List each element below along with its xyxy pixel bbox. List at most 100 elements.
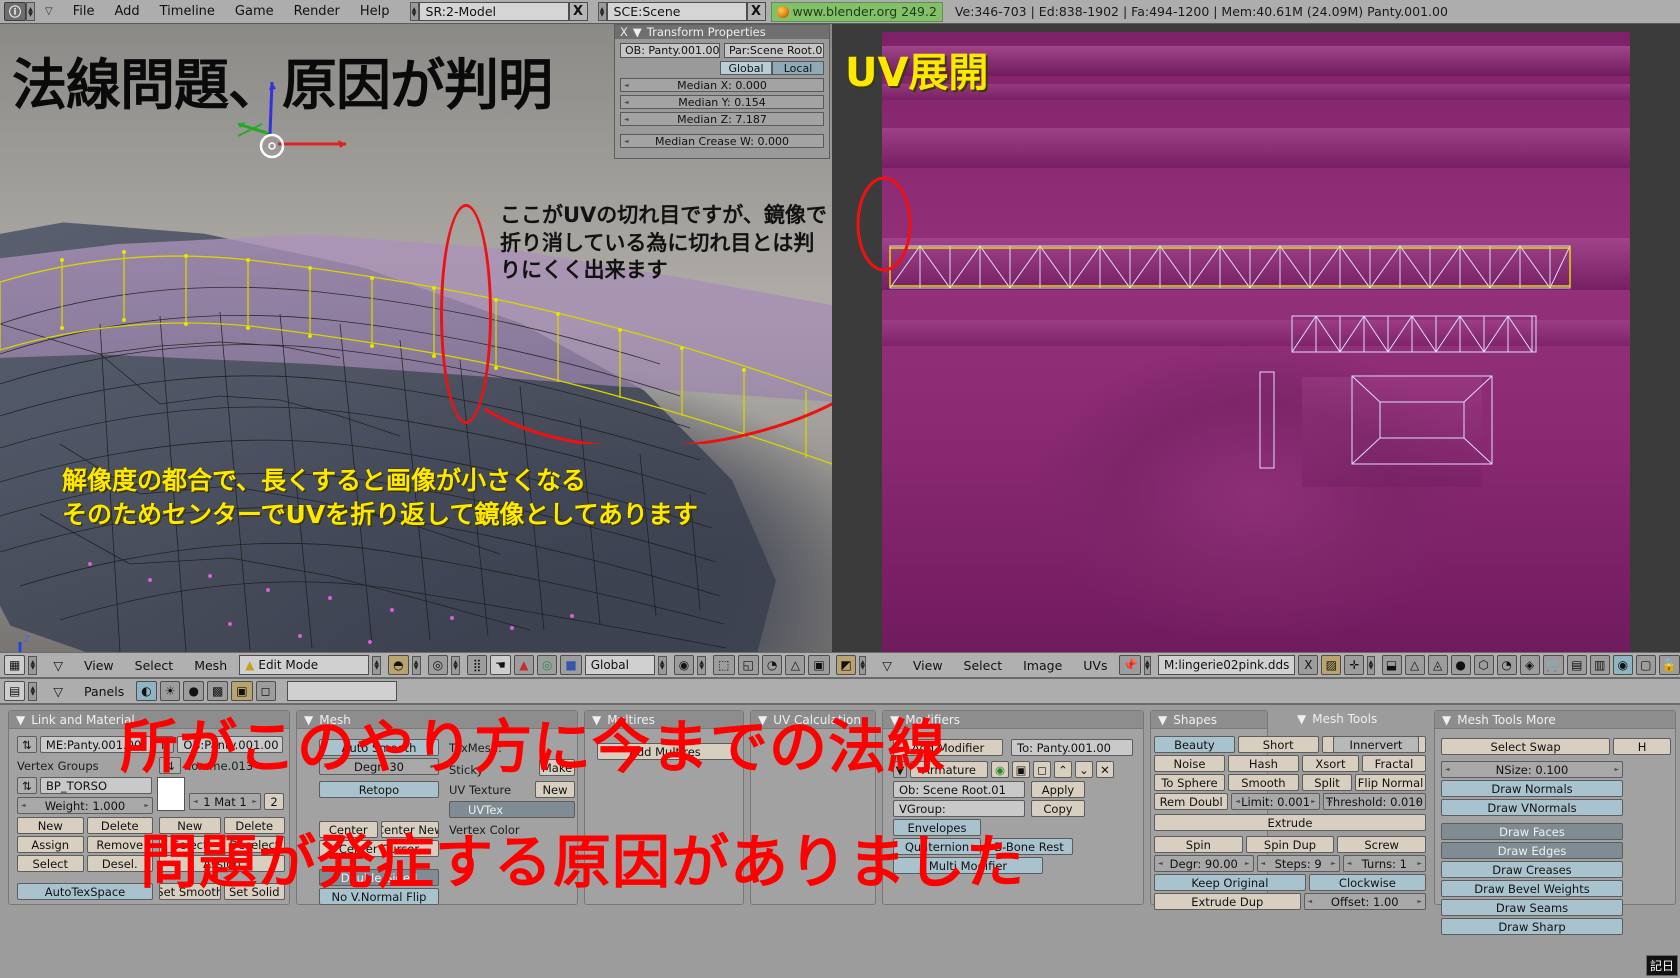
innervert-dropdown[interactable]: Innervert	[1333, 736, 1419, 753]
occlude-icon[interactable]: ⬚	[713, 655, 735, 675]
fractal-button[interactable]: Fractal	[1361, 755, 1427, 772]
draw-vnormals-toggle[interactable]: Draw VNormals	[1441, 799, 1623, 816]
uv-vertex-select-icon[interactable]: △	[1404, 655, 1425, 675]
window-type-spinner[interactable]: ▲ ▼	[26, 2, 35, 21]
uv-editor-type-spinner[interactable]: ▲ ▼	[859, 655, 867, 675]
global-tab[interactable]: Global	[720, 61, 772, 75]
uv-sync-icon[interactable]: ⬓	[1381, 655, 1402, 675]
mesh-tools-panel-title[interactable]: ▼ Mesh Tools	[1290, 710, 1428, 728]
uv-options-icon[interactable]: ▢	[1635, 655, 1656, 675]
uv-layers-icon[interactable]: ▥	[1589, 655, 1610, 675]
smooth-button[interactable]: Smooth	[1227, 774, 1299, 791]
select-swap-button[interactable]: Select Swap	[1441, 738, 1611, 755]
object-panel-icon[interactable]: ◻	[255, 681, 276, 701]
vgroup-assign-button[interactable]: Assign	[17, 836, 84, 853]
extrude-button[interactable]: Extrude	[1154, 814, 1426, 831]
edge-select-icon[interactable]: ◎	[536, 655, 558, 675]
clockwise-toggle[interactable]: Clockwise	[1308, 874, 1426, 891]
chevron-down-icon[interactable]: ▼	[16, 713, 25, 727]
modifier-realtime-toggle-icon[interactable]: ▣	[1012, 761, 1030, 778]
vgroup-browse-button[interactable]: ⇅	[17, 777, 37, 794]
uv-image-editor[interactable]: I.G	[832, 24, 1680, 652]
menu-help[interactable]: Help	[350, 4, 400, 19]
editing-panel-icon[interactable]: ▣	[231, 681, 253, 701]
local-tab[interactable]: Local	[772, 61, 824, 75]
spin-dup-button[interactable]: Spin Dup	[1245, 836, 1335, 853]
screen-field[interactable]: SR:2-Model	[418, 2, 569, 21]
image-spinner[interactable]: ▲ ▼	[1143, 655, 1151, 675]
median-crease-field[interactable]: Median Crease W: 0.000	[620, 134, 824, 148]
image-unlink-button[interactable]: X	[1298, 655, 1319, 675]
mesh-tools-more-title[interactable]: ▼ Mesh Tools More	[1435, 711, 1675, 729]
split-button[interactable]: Split	[1301, 774, 1353, 791]
shading-spinner[interactable]: ▲ ▼	[451, 655, 461, 675]
screw-button[interactable]: Screw	[1337, 836, 1427, 853]
draw-faces-toggle[interactable]: Draw Faces	[1441, 823, 1623, 840]
draw-type-icon[interactable]: ◓	[388, 655, 409, 675]
material-index-field[interactable]: 1 Mat 1	[189, 793, 261, 810]
menu-view-uv[interactable]: View	[904, 658, 952, 673]
apply-modifier-button[interactable]: Apply	[1031, 781, 1085, 798]
shading-icon[interactable]: ◎	[427, 655, 449, 675]
scene-spinner[interactable]: ▲ ▼	[597, 2, 607, 21]
steps-slider[interactable]: Steps: 9	[1256, 855, 1340, 872]
mesh-browse-button[interactable]: ⇅	[17, 736, 37, 753]
chevron-down-icon[interactable]: ▼	[633, 25, 642, 39]
draw-seams-toggle[interactable]: Draw Seams	[1441, 899, 1623, 916]
lamp-panel-icon[interactable]: ☀	[159, 681, 181, 701]
proportional-icon[interactable]: ◔	[761, 655, 783, 675]
uv-snap-icon[interactable]: ◈	[1519, 655, 1540, 675]
view-panel-icon[interactable]: ◐	[136, 681, 157, 701]
limit-selection-icon[interactable]: ◱	[737, 655, 759, 675]
spin-button[interactable]: Spin	[1154, 836, 1243, 853]
snap-spinner[interactable]: ▲ ▼	[697, 655, 707, 675]
weight-slider[interactable]: Weight: 1.000	[17, 797, 153, 814]
image-name-field[interactable]: M:lingerie02pink.dds	[1157, 655, 1296, 675]
draw-edges-toggle[interactable]: Draw Edges	[1441, 842, 1623, 859]
uv-sticky-icon[interactable]: ⬡	[1473, 655, 1494, 675]
buttons-editor-icon[interactable]: ▤	[4, 681, 26, 701]
flip-normal-button[interactable]: Flip Normal	[1355, 774, 1427, 791]
menu-select-uv[interactable]: Select	[955, 658, 1012, 673]
widget-icon[interactable]: ⣿	[467, 655, 488, 675]
xsort-button[interactable]: Xsort	[1301, 755, 1359, 772]
uv-pivot-icon[interactable]: ✛	[1344, 655, 1365, 675]
median-y-field[interactable]: Median Y: 0.154	[620, 95, 824, 109]
menu-image-uv[interactable]: Image	[1014, 658, 1071, 673]
material-panel-icon[interactable]: ●	[183, 681, 204, 701]
panels-collapse-arrow-icon[interactable]: ▽	[44, 684, 72, 699]
keep-original-toggle[interactable]: Keep Original	[1154, 874, 1306, 891]
degr-slider[interactable]: Degr: 90.00	[1154, 855, 1254, 872]
modifier-to-field[interactable]: To: Panty.001.00	[1011, 739, 1133, 756]
limit-slider[interactable]: Limit: 0.001	[1231, 793, 1320, 810]
draw-sharp-toggle[interactable]: Draw Sharp	[1441, 918, 1623, 935]
draw-type-spinner[interactable]: ▲ ▼	[411, 655, 421, 675]
uv-island-select-icon[interactable]: ●	[1450, 655, 1471, 675]
scene-delete-button[interactable]: X	[746, 2, 766, 21]
buttons-editor-spinner[interactable]: ▲ ▼	[28, 681, 38, 701]
rem-doubl-button[interactable]: Rem Doubl	[1154, 793, 1229, 810]
editor-type-spinner[interactable]: ▲ ▼	[28, 655, 38, 675]
panel-search-field[interactable]	[286, 681, 397, 701]
modifier-delete-icon[interactable]: ✕	[1096, 761, 1114, 778]
menu-mesh-3d[interactable]: Mesh	[185, 658, 236, 673]
menu-uvs[interactable]: UVs	[1074, 658, 1116, 673]
uv-grid-icon[interactable]: ▤	[1566, 655, 1587, 675]
hand-icon[interactable]: ☚	[490, 655, 511, 675]
mode-selector[interactable]: ▲ Edit Mode	[239, 655, 370, 675]
screen-spinner[interactable]: ▲ ▼	[409, 2, 419, 21]
menu-view-3d[interactable]: View	[75, 658, 123, 673]
mesh-edit-icon[interactable]: △	[785, 655, 806, 675]
header-collapse-arrow-icon[interactable]: ▽	[44, 658, 72, 673]
mode-spinner[interactable]: ▲ ▼	[372, 655, 382, 675]
snap-icon[interactable]: ◉	[673, 655, 695, 675]
menu-timeline[interactable]: Timeline	[150, 4, 225, 19]
uv-lock-icon[interactable]: 🔒	[1658, 655, 1680, 675]
blender-info-icon[interactable]: ⓘ	[4, 2, 26, 21]
copy-modifier-button[interactable]: Copy	[1031, 800, 1085, 817]
noise-button[interactable]: Noise	[1154, 755, 1225, 772]
menu-add[interactable]: Add	[104, 4, 149, 19]
modifier-editmode-toggle-icon[interactable]: ◻	[1033, 761, 1051, 778]
beauty-toggle[interactable]: Beauty	[1154, 736, 1235, 753]
median-z-field[interactable]: Median Z: 7.187	[620, 112, 824, 126]
